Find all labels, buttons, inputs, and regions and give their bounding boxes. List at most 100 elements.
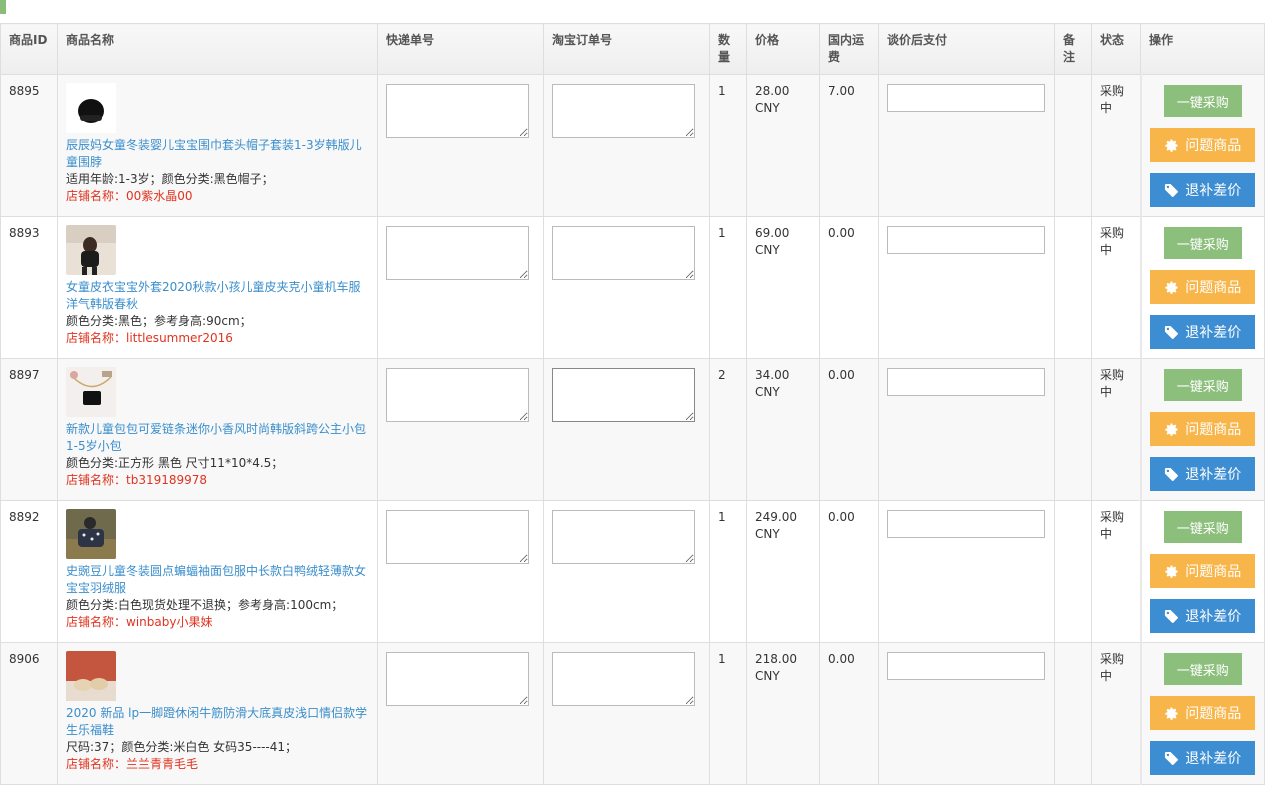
taobao-order-input[interactable] xyxy=(552,510,695,564)
cell-final-pay xyxy=(878,74,1055,217)
taobao-order-input[interactable] xyxy=(552,368,695,422)
refund-difference-button[interactable]: 退补差价 xyxy=(1150,315,1256,349)
refund-label: 退补差价 xyxy=(1185,183,1242,199)
cell-note xyxy=(1054,74,1092,217)
final-pay-input[interactable] xyxy=(887,368,1045,396)
tag-icon xyxy=(1165,183,1179,197)
express-no-input[interactable] xyxy=(386,84,529,138)
product-name-link[interactable]: 新款儿童包包可爱链条迷你小香风时尚韩版斜跨公主小包1-5岁小包 xyxy=(66,421,369,455)
product-name-link[interactable]: 2020 新品 lp一脚蹬休闲牛筋防滑大底真皮浅口情侣款学生乐福鞋 xyxy=(66,705,369,739)
cell-note xyxy=(1054,216,1092,359)
product-thumbnail[interactable] xyxy=(66,225,116,275)
cell-note xyxy=(1054,642,1092,785)
product-thumbnail[interactable] xyxy=(66,651,116,701)
table-row: 8892 史豌豆儿童冬装圆点蝙蝠袖面包服中长款白鸭绒轻薄款女宝宝羽绒服 颜色分类… xyxy=(0,500,1265,643)
cell-actions: 一键采购 问题商品 退补差价 xyxy=(1139,74,1265,217)
purchase-label: 一键采购 xyxy=(1176,663,1229,679)
product-name-link[interactable]: 史豌豆儿童冬装圆点蝙蝠袖面包服中长款白鸭绒轻薄款女宝宝羽绒服 xyxy=(66,563,369,597)
problem-label: 问题商品 xyxy=(1185,564,1242,580)
cell-actions: 一键采购 问题商品 退补差价 xyxy=(1139,642,1265,785)
express-no-input[interactable] xyxy=(386,652,529,706)
status: 采购中 xyxy=(1100,84,1125,115)
cell-taobao-order xyxy=(543,500,710,643)
shop-prefix: 店铺名称： xyxy=(66,615,127,629)
problem-item-button[interactable]: 问题商品 xyxy=(1150,270,1256,304)
problem-item-button[interactable]: 问题商品 xyxy=(1150,696,1256,730)
cell-product-id: 8892 xyxy=(0,500,58,643)
table-header-row: 商品ID 商品名称 快递单号 淘宝订单号 数量 价格 国内运费 谈价后支付 备注… xyxy=(0,23,1265,75)
one-click-purchase-button[interactable]: 一键采购 xyxy=(1163,85,1242,117)
shop-prefix: 店铺名称： xyxy=(66,331,127,345)
header-final-pay: 谈价后支付 xyxy=(878,23,1055,75)
tag-icon xyxy=(1165,609,1179,623)
problem-item-button[interactable]: 问题商品 xyxy=(1150,412,1256,446)
taobao-order-input[interactable] xyxy=(552,226,695,280)
cell-price: 218.00 CNY xyxy=(746,642,820,785)
product-attributes: 适用年龄:1-3岁；颜色分类:黑色帽子； xyxy=(66,172,274,186)
refund-difference-button[interactable]: 退补差价 xyxy=(1150,457,1256,491)
cell-status: 采购中 xyxy=(1091,642,1141,785)
cell-price: 34.00 CNY xyxy=(746,358,820,501)
header-shipping: 国内运费 xyxy=(819,23,879,75)
problem-label: 问题商品 xyxy=(1185,138,1242,154)
header-note: 备注 xyxy=(1054,23,1092,75)
one-click-purchase-button[interactable]: 一键采购 xyxy=(1163,369,1242,401)
cell-actions: 一键采购 问题商品 退补差价 xyxy=(1139,358,1265,501)
gear-icon xyxy=(1165,139,1178,152)
header-actions: 操作 xyxy=(1140,23,1265,75)
shop-prefix: 店铺名称： xyxy=(66,189,127,203)
purchase-label: 一键采购 xyxy=(1176,95,1229,111)
quantity: 1 xyxy=(718,84,726,98)
taobao-order-input[interactable] xyxy=(552,652,695,706)
refund-difference-button[interactable]: 退补差价 xyxy=(1150,173,1256,207)
purchase-label: 一键采购 xyxy=(1176,379,1229,395)
product-name-link[interactable]: 女童皮衣宝宝外套2020秋款小孩儿童皮夹克小童机车服洋气韩版春秋 xyxy=(66,279,369,313)
product-id: 8897 xyxy=(9,368,40,382)
cell-product-id: 8906 xyxy=(0,642,58,785)
problem-item-button[interactable]: 问题商品 xyxy=(1150,554,1256,588)
product-thumbnail[interactable] xyxy=(66,367,116,417)
cell-qty: 1 xyxy=(709,74,747,217)
shop-name: 店铺名称：littlesummer2016 xyxy=(66,330,369,347)
problem-label: 问题商品 xyxy=(1185,706,1242,722)
shop-name-value: winbaby小果妹 xyxy=(126,615,213,629)
cell-product-name: 2020 新品 lp一脚蹬休闲牛筋防滑大底真皮浅口情侣款学生乐福鞋 尺码:37；… xyxy=(57,642,378,785)
cell-taobao-order xyxy=(543,642,710,785)
cell-status: 采购中 xyxy=(1091,74,1141,217)
product-id: 8893 xyxy=(9,226,40,240)
final-pay-input[interactable] xyxy=(887,226,1045,254)
express-no-input[interactable] xyxy=(386,510,529,564)
express-no-input[interactable] xyxy=(386,368,529,422)
final-pay-input[interactable] xyxy=(887,652,1045,680)
refund-difference-button[interactable]: 退补差价 xyxy=(1150,599,1256,633)
refund-label: 退补差价 xyxy=(1185,467,1242,483)
product-thumbnail[interactable] xyxy=(66,509,116,559)
shop-prefix: 店铺名称： xyxy=(66,473,127,487)
final-pay-input[interactable] xyxy=(887,510,1045,538)
product-thumbnail[interactable] xyxy=(66,83,116,133)
cell-qty: 1 xyxy=(709,642,747,785)
purchase-label: 一键采购 xyxy=(1176,237,1229,253)
refund-difference-button[interactable]: 退补差价 xyxy=(1150,741,1256,775)
cell-note xyxy=(1054,358,1092,501)
one-click-purchase-button[interactable]: 一键采购 xyxy=(1163,653,1242,685)
product-attributes: 尺码:37；颜色分类:米白色 女码35----41； xyxy=(66,740,298,754)
express-no-input[interactable] xyxy=(386,226,529,280)
shipping-fee: 0.00 xyxy=(828,226,855,240)
cell-product-id: 8897 xyxy=(0,358,58,501)
shipping-fee: 0.00 xyxy=(828,652,855,666)
cell-qty: 2 xyxy=(709,358,747,501)
cell-note xyxy=(1054,500,1092,643)
final-pay-input[interactable] xyxy=(887,84,1045,112)
problem-item-button[interactable]: 问题商品 xyxy=(1150,128,1256,162)
shop-name: 店铺名称：00紫水晶00 xyxy=(66,188,369,205)
taobao-order-input[interactable] xyxy=(552,84,695,138)
gear-icon xyxy=(1165,707,1178,720)
orders-table: 商品ID 商品名称 快递单号 淘宝订单号 数量 价格 国内运费 谈价后支付 备注… xyxy=(0,23,1265,785)
one-click-purchase-button[interactable]: 一键采购 xyxy=(1163,227,1242,259)
product-name-link[interactable]: 辰辰妈女童冬装婴儿宝宝围巾套头帽子套装1-3岁韩版儿童围脖 xyxy=(66,137,369,171)
quantity: 1 xyxy=(718,652,726,666)
cell-status: 采购中 xyxy=(1091,216,1141,359)
refund-label: 退补差价 xyxy=(1185,609,1242,625)
one-click-purchase-button[interactable]: 一键采购 xyxy=(1163,511,1242,543)
